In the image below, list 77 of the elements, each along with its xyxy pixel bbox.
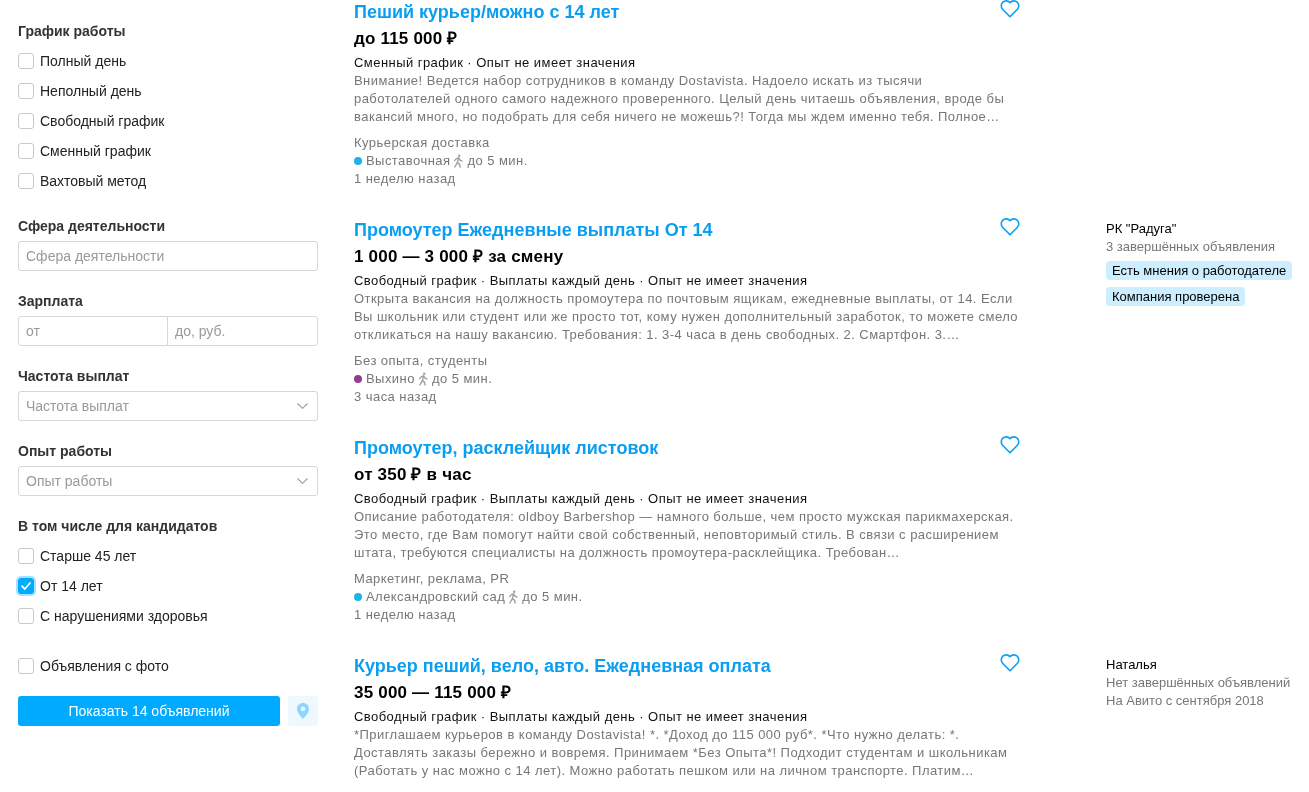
input-field[interactable]: Сфера деятельности bbox=[18, 241, 318, 271]
listing-title-link[interactable]: Курьер пеший, вело, авто. Ежедневная оплата bbox=[354, 655, 771, 677]
posted-time: 3 часа назад bbox=[354, 388, 438, 406]
job-tags: Свободный график · Выплаты каждый день · Опыт не имеет значения bbox=[354, 272, 1020, 290]
checkbox-label: Неполный день bbox=[40, 82, 142, 100]
checkbox-label: Вахтовый метод bbox=[40, 172, 147, 190]
category-text: Без опыта, студенты bbox=[354, 352, 489, 370]
filter-heading: В том числе для кандидатов bbox=[18, 517, 219, 535]
dropdown[interactable]: Частота выплат bbox=[18, 391, 318, 421]
walking-person-icon bbox=[417, 372, 428, 386]
map-button[interactable] bbox=[288, 696, 318, 726]
checkbox[interactable] bbox=[18, 143, 34, 159]
job-tags: Свободный график · Выплаты каждый день · Опыт не имеет значения bbox=[354, 490, 1020, 508]
checkbox-label: Свободный график bbox=[40, 112, 165, 130]
heart-icon[interactable] bbox=[1000, 654, 1020, 672]
seller-info: 3 завершённых объявления bbox=[1106, 238, 1277, 256]
checkbox[interactable] bbox=[18, 658, 34, 674]
checkbox-label: От 14 лет bbox=[40, 577, 103, 595]
heart-icon[interactable] bbox=[1000, 0, 1020, 18]
checkbox-label: Объявления с фото bbox=[40, 657, 169, 675]
input-field[interactable]: от bbox=[18, 316, 168, 346]
check-icon bbox=[21, 582, 31, 590]
listing-title-link[interactable]: Промоутер, расклейщик листовок bbox=[354, 437, 659, 459]
posted-time: 1 неделю назад bbox=[354, 606, 457, 624]
posted-time: 1 неделю назад bbox=[354, 170, 457, 188]
map-pin-icon bbox=[297, 703, 309, 719]
checkbox-label: С нарушениями здоровья bbox=[40, 607, 208, 625]
price: 1 000 — 3 000 ₽ за смену bbox=[354, 246, 565, 268]
listing-title-link[interactable]: Пеший курьер/можно с 14 лет bbox=[354, 1, 620, 23]
walking-person-icon bbox=[508, 590, 519, 604]
job-tags: Сменный график · Опыт не имеет значения bbox=[354, 54, 1020, 72]
checkbox-label: Полный день bbox=[40, 52, 127, 70]
chevron-down-icon bbox=[297, 478, 308, 484]
show-results-button[interactable]: Показать 14 объявлений bbox=[18, 696, 280, 726]
dropdown[interactable]: Опыт работы bbox=[18, 466, 318, 496]
checkbox-label: Сменный график bbox=[40, 142, 151, 160]
walk-time: до 5 мин. bbox=[522, 588, 583, 606]
chevron-down-icon bbox=[297, 403, 308, 409]
seller-info: Нет завершённых объявлений bbox=[1106, 674, 1291, 692]
checkbox[interactable] bbox=[18, 83, 34, 99]
listing-description: Внимание! Ведется набор сотрудников в команду Dostavista. Надоело искать из тысячи работолателей одного самого надежного проверенного. Целый день читаешь объявления, вроде бы вакансий много, но подобрать для себя ничего не можешь?! Тогда мы ждем именно тебя. Полное… bbox=[354, 72, 1006, 126]
listing-title-link[interactable]: Промоутер Ежедневные выплаты От 14 bbox=[354, 219, 713, 241]
walk-time: до 5 мин. bbox=[467, 152, 528, 170]
walking-person-icon bbox=[453, 154, 464, 168]
checkbox[interactable] bbox=[18, 548, 34, 564]
category-text: Маркетинг, реклама, PR bbox=[354, 570, 511, 588]
checkbox-label: Старше 45 лет bbox=[40, 547, 137, 565]
checkbox[interactable] bbox=[18, 173, 34, 189]
metro-station: Александровский сад bbox=[366, 588, 506, 606]
checkbox[interactable] bbox=[18, 113, 34, 129]
metro-station: Выставочная bbox=[366, 152, 451, 170]
seller-info: На Авито с сентября 2018 bbox=[1106, 692, 1265, 710]
seller-tag: Есть мнения о работодателе bbox=[1106, 261, 1293, 280]
input-field[interactable]: до, руб. bbox=[167, 316, 318, 346]
walk-time: до 5 мин. bbox=[431, 370, 493, 388]
checkbox[interactable] bbox=[18, 578, 34, 594]
filter-heading: Сфера деятельности bbox=[18, 217, 167, 235]
seller-name[interactable]: РК "Радуга" bbox=[1106, 220, 1293, 238]
filter-heading: Частота выплат bbox=[18, 367, 131, 385]
listing-description: *Приглашаем курьеров в команду Dostavista! *. *Доход до 115 000 руб*. *Что нужно делать: *. Доставлять заказы бережно и вовремя. Принимаем *Без Опыта*! Подходит студентам и школьникам (Работать у нас можно с 14 лет). Можно работать пешком или на личном транспорте. Платим… bbox=[354, 726, 1009, 780]
filter-heading: Опыт работы bbox=[18, 442, 114, 460]
category-text: Курьерская доставка bbox=[354, 134, 491, 152]
seller-name[interactable]: Наталья bbox=[1106, 656, 1291, 674]
filter-heading: График работы bbox=[18, 22, 127, 40]
heart-icon[interactable] bbox=[1000, 436, 1020, 454]
listing-description: Описание работодателя: oldboy Barbershop — намного больше, чем просто мужская парикмахерская. Это место, где Вам помогут найти свой собственный, неповторимый стиль. В связи с расширением штата, требуются специалисты на должность промоутера-расклейщика. Требован… bbox=[354, 508, 1015, 562]
checkbox[interactable] bbox=[18, 53, 34, 69]
price: от 350 ₽ в час bbox=[354, 464, 473, 486]
filter-heading: Зарплата bbox=[18, 292, 84, 310]
listing-description: Открыта вакансия на должность промоутера по почтовым ящикам, ежедневные выплаты, от 14. Если Вы школьник или студент или же просто тот, кому нужен дополнительный заработок, то можете смело откликаться на нашу вакансию. Требования: 1. 3-4 часа в день свободных. 2. Смартфон. 3.… bbox=[354, 290, 1020, 344]
price: 35 000 — 115 000 ₽ bbox=[354, 682, 513, 704]
job-tags: Свободный график · Выплаты каждый день · Опыт не имеет значения bbox=[354, 708, 1020, 726]
price: до 115 000 ₽ bbox=[354, 28, 459, 50]
checkbox[interactable] bbox=[18, 608, 34, 624]
heart-icon[interactable] bbox=[1000, 218, 1020, 236]
metro-station: Выхино bbox=[366, 370, 415, 388]
seller-tag: Компания проверена bbox=[1106, 287, 1246, 306]
